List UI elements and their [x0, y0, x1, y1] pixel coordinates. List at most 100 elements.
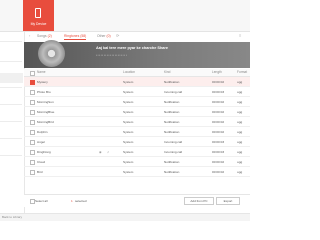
footer-bar: Select all 1 selected Add from PC Export [24, 194, 250, 207]
table-header: Name Location Kind Length Format [24, 69, 250, 77]
table-row[interactable]: Dolphin System Notification 00:00:02 ogg [24, 127, 250, 137]
cell-location: System [123, 110, 134, 114]
ringtone-table: Mystery System Notification 00:00:02 ogg… [24, 77, 250, 177]
cell-format: ogg [237, 80, 243, 84]
list-view-icon[interactable]: ≡ [239, 34, 243, 38]
tab-ringtones[interactable]: Ringtones(58) [64, 34, 87, 40]
table-row[interactable]: Angel System Incoming call 00:00:03 ogg [24, 137, 250, 147]
play-icon[interactable]: ◉ [99, 150, 102, 154]
row-checkbox[interactable] [30, 150, 35, 155]
tab-songs[interactable]: Songs(2) [37, 34, 52, 38]
row-checkbox[interactable] [30, 170, 35, 175]
column-header-format[interactable]: Format [237, 70, 247, 74]
cell-length: 00:00:02 [212, 130, 225, 134]
cell-location: System [123, 160, 134, 164]
cell-length: 00:00:02 [212, 110, 225, 114]
cell-format: ogg [237, 140, 243, 144]
row-checkbox[interactable] [30, 110, 35, 115]
progress-dots: • • • • • • • • • • • • • • • • • • • • [96, 54, 127, 57]
row-checkbox[interactable] [30, 120, 35, 125]
cell-kind: Notification [164, 120, 180, 124]
table-row[interactable]: MorningBird System Notification 00:00:02… [24, 117, 250, 127]
cell-length: 00:00:02 [212, 80, 225, 84]
cell-kind: Notification [164, 130, 180, 134]
cell-name: DingDong [37, 150, 51, 154]
cell-length: 00:00:03 [212, 150, 225, 154]
cell-name: MorningSun [37, 100, 54, 104]
cell-length: 00:00:02 [212, 100, 225, 104]
table-row[interactable]: MorningBlue System Notification 00:00:02… [24, 107, 250, 117]
row-checkbox[interactable] [30, 140, 35, 145]
sidebar-divider [0, 104, 22, 105]
column-header-location[interactable]: Location [123, 70, 135, 74]
cell-length: 00:00:03 [212, 90, 225, 94]
cell-kind: Notification [164, 170, 180, 174]
cell-length: 00:00:03 [212, 140, 225, 144]
phone-icon [35, 8, 41, 18]
cell-format: ogg [237, 120, 243, 124]
selected-count: 1 [71, 198, 73, 203]
table-row[interactable]: Bird System Notification 00:00:02 ogg [24, 167, 250, 177]
cell-name: Bird [37, 170, 43, 174]
cell-format: ogg [237, 100, 243, 104]
device-label: My Device [30, 22, 47, 26]
select-all-label[interactable]: Select all [35, 199, 48, 203]
row-checkbox[interactable] [30, 80, 35, 85]
sidebar-divider [0, 61, 22, 62]
cell-name: MorningBlue [37, 110, 55, 114]
cell-length: 00:00:02 [212, 170, 225, 174]
row-checkbox[interactable] [30, 130, 35, 135]
cell-length: 00:00:02 [212, 160, 225, 164]
sidebar-item-active[interactable] [0, 73, 23, 83]
cell-location: System [123, 90, 134, 94]
cell-name: MorningBird [37, 120, 54, 124]
cell-kind: Notification [164, 110, 180, 114]
column-header-length[interactable]: Length [212, 70, 222, 74]
bell-icon[interactable]: ♫ [107, 150, 109, 154]
cell-location: System [123, 100, 134, 104]
status-bar: Back to Library [0, 213, 250, 221]
table-row[interactable]: MorningSun System Notification 00:00:02 … [24, 97, 250, 107]
column-header-name[interactable]: Name [37, 70, 46, 74]
cell-kind: Incoming call [164, 90, 183, 94]
cell-format: ogg [237, 90, 243, 94]
cell-name: Mystery [37, 80, 48, 84]
refresh-icon[interactable]: ⟳ [116, 34, 120, 38]
row-checkbox[interactable] [30, 100, 35, 105]
column-header-kind[interactable]: Kind [164, 70, 170, 74]
sidebar-divider [0, 121, 22, 122]
status-text[interactable]: Back to Library [2, 215, 22, 219]
cell-kind: Notification [164, 160, 180, 164]
tab-other[interactable]: Other(0) [97, 34, 111, 38]
row-checkbox[interactable] [30, 160, 35, 165]
cell-name: Dolphin [37, 130, 48, 134]
cell-kind: Notification [164, 80, 180, 84]
table-row[interactable]: Cloud System Notification 00:00:02 ogg [24, 157, 250, 167]
export-button[interactable]: Export [216, 197, 240, 205]
top-bar: My Device [0, 0, 250, 32]
now-playing-title: Aaj kal tere mere pyar ke charche Share [96, 46, 168, 50]
header-checkbox[interactable] [30, 70, 35, 76]
cell-location: System [123, 150, 134, 154]
cell-location: System [123, 130, 134, 134]
cell-location: System [123, 120, 134, 124]
cell-location: System [123, 80, 134, 84]
table-row[interactable]: DingDong ◉ ♫ System Incoming call 00:00:… [24, 147, 250, 157]
selected-label: selected [75, 198, 87, 203]
back-icon[interactable]: ‹ [29, 34, 33, 38]
cell-kind: Incoming call [164, 150, 183, 154]
cell-name: Photo Bro [37, 90, 51, 94]
add-from-pc-button[interactable]: Add from PC [184, 197, 214, 205]
my-device-tab[interactable]: My Device [23, 0, 54, 31]
table-row[interactable]: Photo Bro System Incoming call 00:00:03 … [24, 87, 250, 97]
table-row[interactable]: Mystery System Notification 00:00:02 ogg [24, 77, 250, 87]
row-checkbox[interactable] [30, 90, 35, 95]
cell-location: System [123, 170, 134, 174]
cell-format: ogg [237, 170, 243, 174]
sidebar-divider [0, 41, 22, 42]
cell-kind: Incoming call [164, 140, 183, 144]
now-playing-banner: Aaj kal tere mere pyar ke charche Share … [24, 40, 250, 68]
cell-kind: Notification [164, 100, 180, 104]
cell-format: ogg [237, 160, 243, 164]
cell-name: Cloud [37, 160, 46, 164]
